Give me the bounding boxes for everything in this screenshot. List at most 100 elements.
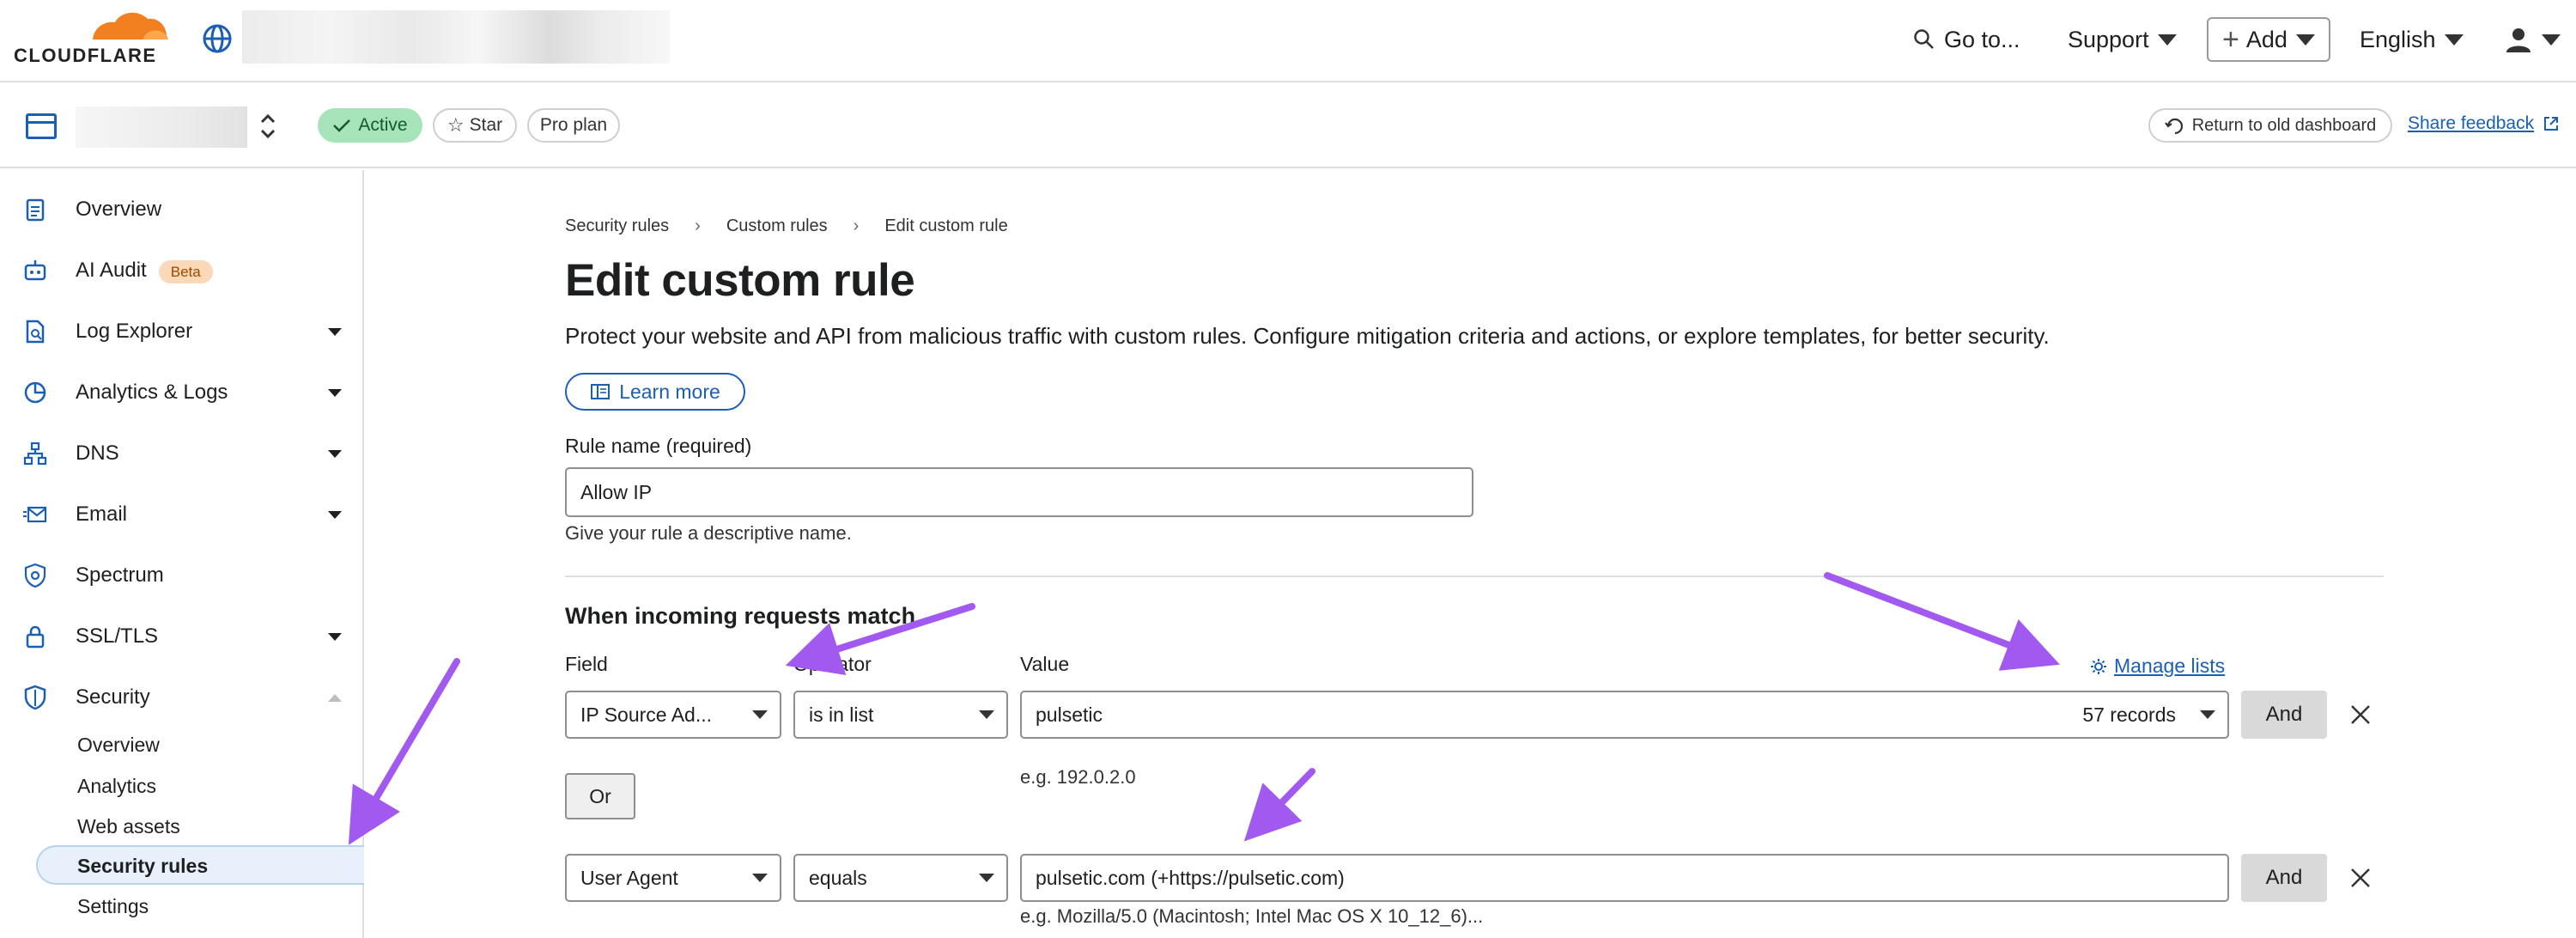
field-value: User Agent: [580, 866, 678, 889]
beta-badge: Beta: [158, 260, 213, 283]
arrow-to-manage-lists: [1824, 572, 2060, 671]
sidebar-subitem-security-rules[interactable]: Security rules: [77, 855, 208, 878]
document-search-icon: [26, 320, 45, 344]
close-icon[interactable]: [2347, 864, 2374, 892]
sidebar-item-label: SSL/TLS: [76, 624, 159, 648]
sidebar-item-ai-audit[interactable]: AI Audit Beta: [0, 243, 361, 298]
operator-value: is in list: [809, 703, 874, 726]
close-icon[interactable]: [2347, 701, 2374, 728]
undo-icon: [2164, 118, 2183, 135]
globe-icon[interactable]: [201, 22, 234, 55]
field-value: IP Source Ad...: [580, 703, 713, 726]
sidebar-item-security[interactable]: Security: [0, 670, 361, 725]
goto-label: Go to...: [1944, 26, 2020, 52]
sidebar-item-overview[interactable]: Overview: [0, 182, 361, 237]
sidebar-item-label: DNS: [76, 442, 119, 465]
value-input-row2[interactable]: pulsetic.com (+https://pulsetic.com): [1020, 854, 2229, 902]
page-description: Protect your website and API from malici…: [565, 323, 2050, 349]
or-button[interactable]: Or: [565, 773, 635, 819]
account-name-blurred[interactable]: [242, 10, 670, 64]
chevron-down-icon: [752, 710, 768, 719]
learn-more-button[interactable]: Learn more: [565, 373, 745, 411]
value-select-row1[interactable]: pulsetic 57 records: [1020, 691, 2229, 739]
sidebar: Overview AI Audit Beta Log Explorer Analy…: [0, 170, 364, 938]
sidebar-item-label: Log Explorer: [76, 320, 193, 343]
rule-name-label: Rule name (required): [565, 435, 752, 457]
sidebar-item-label: Email: [76, 502, 128, 526]
sidebar-item-email[interactable]: Email: [0, 487, 361, 542]
star-icon: ☆: [447, 114, 465, 136]
sidebar-item-analytics-logs[interactable]: Analytics & Logs: [0, 365, 361, 420]
support-label: Support: [2068, 26, 2149, 52]
learn-more-label: Learn more: [619, 380, 720, 403]
value-hint-row2: e.g. Mozilla/5.0 (Macintosh; Intel Mac O…: [1020, 905, 1484, 927]
cloudflare-logo[interactable]: CLOUDFLARE: [14, 7, 177, 67]
gear-icon: [2091, 658, 2106, 674]
return-old-dashboard-button[interactable]: Return to old dashboard: [2148, 108, 2392, 143]
field-column-label: Field: [565, 653, 608, 675]
chevron-down-icon: [328, 327, 342, 336]
sidebar-subitem-analytics[interactable]: Analytics: [77, 775, 156, 798]
page-title: Edit custom rule: [565, 255, 915, 306]
share-feedback-link[interactable]: Share feedback: [2408, 113, 2560, 134]
arrow-to-security-rules: [348, 658, 460, 845]
chevron-right-icon: ›: [853, 216, 860, 235]
search-icon: [1914, 29, 1934, 49]
check-icon: [333, 119, 351, 132]
top-bar: CLOUDFLARE Go to... Support + Add Englis…: [0, 0, 2576, 82]
operator-value: equals: [809, 866, 867, 889]
sidebar-item-dns[interactable]: DNS: [0, 426, 361, 481]
sidebar-item-log-explorer[interactable]: Log Explorer: [0, 304, 361, 359]
operator-column-label: Operator: [793, 653, 872, 675]
logo-text: CLOUDFLARE: [14, 45, 157, 66]
plan-label: Pro plan: [539, 115, 608, 135]
support-menu[interactable]: Support: [2068, 0, 2177, 79]
records-count: 57 records: [2082, 703, 2176, 726]
field-select-row1[interactable]: IP Source Ad...: [565, 691, 781, 739]
book-icon: [591, 384, 611, 399]
chevron-down-icon: [979, 710, 994, 719]
zone-name-blurred[interactable]: [76, 107, 247, 148]
sidebar-item-label: Spectrum: [76, 563, 164, 587]
value-column-label: Value: [1020, 653, 1070, 675]
manage-lists-link[interactable]: Manage lists: [2090, 655, 2225, 678]
rule-name-input[interactable]: Allow IP: [565, 467, 1473, 517]
sidebar-subitem-settings[interactable]: Settings: [77, 895, 149, 918]
external-link-icon: [2544, 117, 2559, 131]
and-button-row2[interactable]: And: [2241, 854, 2327, 902]
star-button[interactable]: ☆ Star: [433, 108, 517, 143]
arrow-to-value-input: [1243, 768, 1315, 842]
and-button-row1[interactable]: And: [2241, 691, 2327, 739]
language-label: English: [2360, 26, 2436, 52]
plan-badge[interactable]: Pro plan: [527, 108, 620, 143]
user-menu[interactable]: [2504, 0, 2561, 79]
network-icon: [23, 442, 47, 466]
sidebar-subitem-web-assets[interactable]: Web assets: [77, 815, 180, 838]
manage-lists-label: Manage lists: [2114, 655, 2226, 677]
field-select-row2[interactable]: User Agent: [565, 854, 781, 902]
sidebar-subitem-overview[interactable]: Overview: [77, 734, 160, 757]
pie-chart-icon: [24, 381, 46, 404]
language-menu[interactable]: English: [2360, 0, 2464, 79]
email-icon: [23, 506, 47, 523]
chevron-down-icon: [2157, 34, 2177, 46]
zone-switcher-icon[interactable]: [258, 112, 278, 141]
user-icon: [2506, 28, 2530, 52]
chevron-down-icon: [328, 632, 342, 641]
sidebar-item-ssl-tls[interactable]: SSL/TLS: [0, 609, 361, 664]
chevron-down-icon: [328, 388, 342, 397]
chevron-down-icon: [2444, 34, 2464, 46]
rule-name-hint: Give your rule a descriptive name.: [565, 522, 852, 544]
goto-button[interactable]: Go to...: [1913, 0, 2020, 79]
share-feedback-label: Share feedback: [2408, 113, 2535, 133]
operator-select-row2[interactable]: equals: [793, 854, 1008, 902]
sidebar-item-spectrum[interactable]: Spectrum: [0, 548, 361, 603]
match-section-title: When incoming requests match: [565, 603, 916, 629]
add-button[interactable]: + Add: [2207, 17, 2330, 62]
operator-select-row1[interactable]: is in list: [793, 691, 1008, 739]
chevron-down-icon: [2200, 710, 2215, 719]
ai-audit-text: AI Audit: [76, 259, 147, 282]
breadcrumb-custom-rules[interactable]: Custom rules: [726, 216, 828, 236]
old-dashboard-label: Return to old dashboard: [2191, 115, 2377, 135]
breadcrumb-security-rules[interactable]: Security rules: [565, 216, 669, 236]
